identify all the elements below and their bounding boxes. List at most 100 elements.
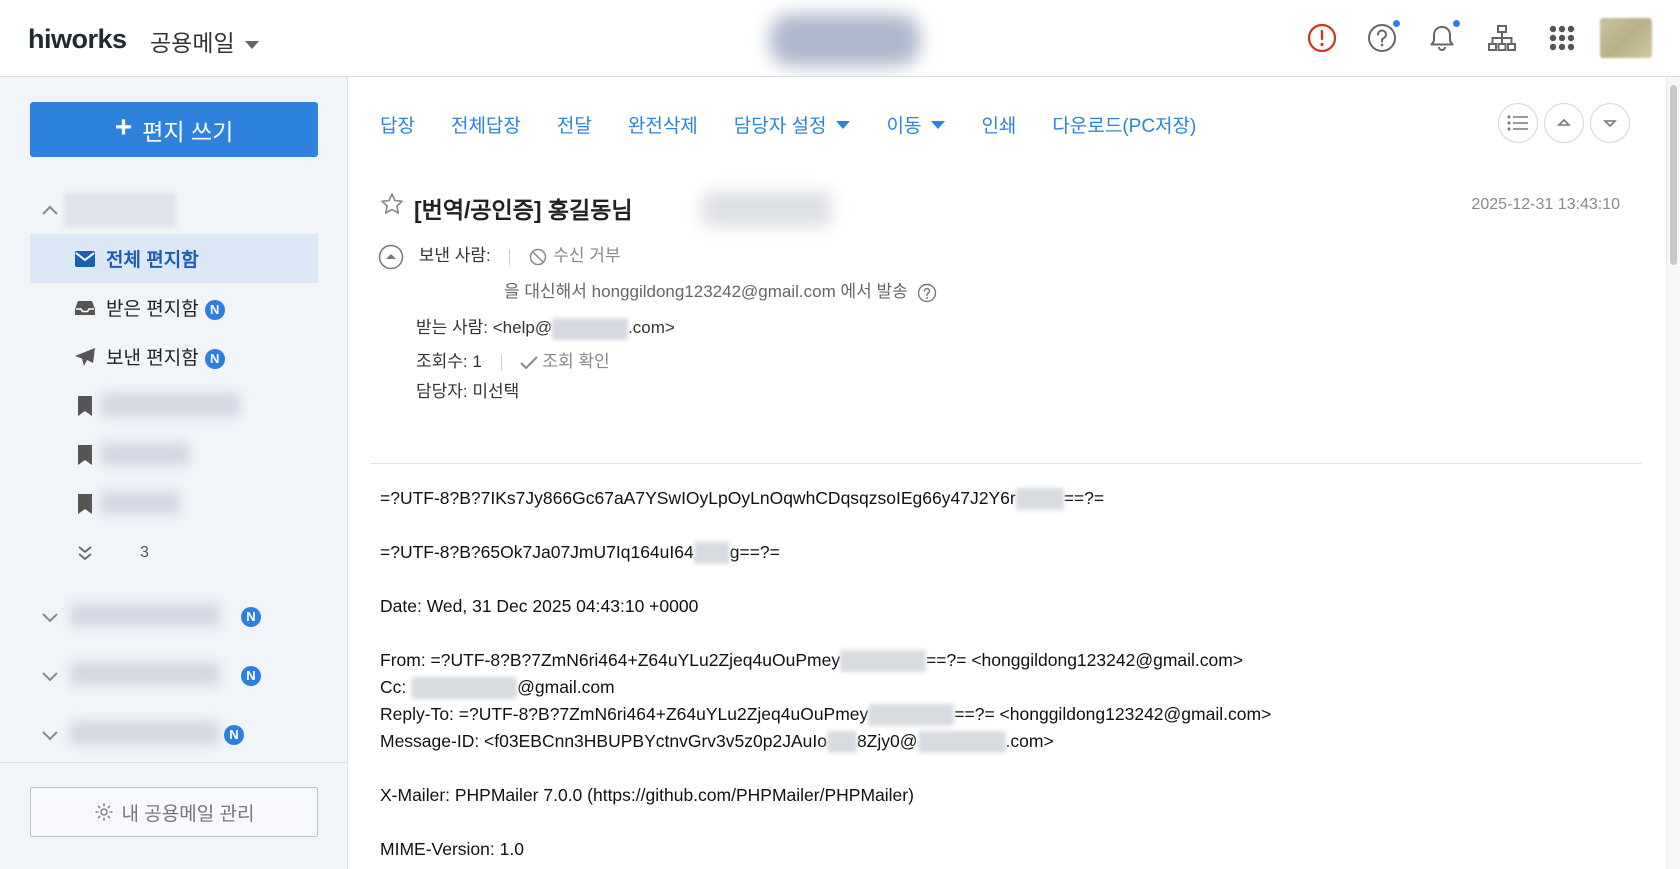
notification-dot — [1453, 20, 1460, 27]
body-line: =?UTF-8?B?7IKs7Jy866Gc67aA7YSwIOyLpOyLnO… — [380, 485, 1650, 512]
download-button[interactable]: 다운로드(PC저장) — [1052, 111, 1196, 138]
blurred-mailbox-name — [64, 193, 176, 227]
help-icon[interactable] — [917, 283, 937, 303]
body-text: Cc: — [380, 677, 412, 697]
assignee-line: 담당자: 미선택 — [416, 377, 519, 402]
compose-button[interactable]: + 편지 쓰기 — [30, 102, 318, 157]
on-behalf-email: honggildong123242@gmail.com — [591, 282, 836, 301]
redacted-text — [840, 650, 927, 673]
blurred-folder-name — [100, 442, 190, 466]
star-icon[interactable] — [380, 192, 404, 216]
body-text: 8Zjy0@ — [856, 731, 918, 751]
new-badge: N — [241, 666, 261, 686]
new-badge: N — [204, 348, 225, 369]
read-check-link[interactable]: 조회 확인 — [520, 352, 610, 371]
app-switcher[interactable]: 공용메일 — [150, 24, 259, 58]
on-behalf-suffix: 에서 발송 — [840, 282, 908, 301]
folder-custom-1[interactable] — [30, 381, 318, 430]
body-line: Date: Wed, 31 Dec 2025 04:43:10 +0000 — [380, 596, 699, 616]
next-mail-button[interactable] — [1590, 103, 1630, 143]
on-behalf-prefix: 을 대신해서 — [504, 282, 587, 301]
body-text: ==?= — [1063, 488, 1105, 508]
folder-sent[interactable]: 보낸 편지함 N — [30, 332, 318, 381]
assignee-label: 담당자: — [416, 382, 468, 401]
reply-button[interactable]: 답장 — [380, 111, 415, 138]
blurred-folder-name — [100, 491, 180, 515]
apps-grid-icon[interactable] — [1532, 14, 1592, 62]
blurred-brand — [770, 14, 920, 66]
compose-label: 편지 쓰기 — [142, 118, 234, 145]
blurred-mailbox-name — [70, 721, 220, 745]
assign-dropdown[interactable]: 담당자 설정 — [734, 111, 851, 138]
bookmark-icon — [74, 493, 96, 515]
delete-permanently-button[interactable]: 완전삭제 — [628, 111, 698, 138]
redacted-text — [411, 677, 518, 700]
to-label: 받는 사람: — [416, 318, 489, 337]
body-text: ==?= <honggildong123242@gmail.com> — [926, 650, 1244, 670]
folder-all-mail[interactable]: 전체 편지함 — [30, 234, 318, 283]
collapse-up-circle-icon[interactable] — [378, 244, 404, 270]
list-icon — [1507, 115, 1528, 131]
body-text: =?UTF-8?B?7IKs7Jy866Gc67aA7YSwIOyLpOyLnO… — [380, 488, 1016, 508]
list-view-button[interactable] — [1498, 103, 1538, 143]
org-chart-icon[interactable] — [1472, 14, 1532, 62]
message-view: 답장 전체답장 전달 완전삭제 담당자 설정 이동 인쇄 다운로드(PC저장) … — [348, 77, 1666, 869]
sidebar: + 편지 쓰기 전체 편지함 받은 편지함 N 보낸 편지함 N 3 N N N… — [0, 77, 348, 869]
page-scrollbar[interactable] — [1666, 77, 1680, 869]
blurred-mailbox-name — [70, 603, 220, 627]
reply-all-button[interactable]: 전체답장 — [451, 111, 521, 138]
body-text: g==?= — [729, 542, 780, 562]
bell-icon[interactable] — [1412, 14, 1472, 62]
help-icon[interactable] — [1352, 14, 1412, 62]
body-line: Message-ID: <f03EBCnn3HBUPBYctnvGrv3v5z0… — [380, 728, 1650, 755]
folder-label-text: 받은 편지함 — [106, 299, 199, 320]
manage-shared-mail-button[interactable]: 내 공용메일 관리 — [30, 787, 318, 837]
caret-down-icon — [244, 40, 259, 49]
block-icon — [529, 248, 547, 265]
chevron-down-icon — [42, 672, 58, 682]
app-logo[interactable]: hiworks — [28, 24, 127, 55]
body-line: Cc: @gmail.com — [380, 674, 1650, 701]
scrollbar-thumb[interactable] — [1670, 85, 1677, 265]
on-behalf-line: 을 대신해서 honggildong123242@gmail.com 에서 발송 — [504, 277, 937, 303]
shared-mailbox-3[interactable]: N — [30, 705, 318, 764]
user-avatar[interactable] — [1600, 18, 1652, 58]
blurred-subject-part — [702, 191, 832, 227]
block-sender-link[interactable]: 수신 거부 — [529, 246, 621, 265]
move-dropdown[interactable]: 이동 — [886, 111, 946, 138]
top-header: hiworks 공용메일 — [0, 0, 1680, 77]
assignee-value[interactable]: 미선택 — [472, 382, 519, 401]
body-text: .com> — [1005, 731, 1054, 751]
show-more-folders[interactable]: 3 — [30, 528, 318, 577]
shared-mailbox-1[interactable]: N — [30, 587, 318, 646]
shared-mailbox-2[interactable]: N — [30, 646, 318, 705]
read-check-label: 조회 확인 — [542, 352, 610, 371]
previous-mail-button[interactable] — [1544, 103, 1584, 143]
plus-icon: + — [114, 111, 133, 144]
chevron-up-icon — [42, 205, 58, 215]
folder-custom-3[interactable] — [30, 479, 318, 528]
alert-icon[interactable] — [1292, 14, 1352, 62]
body-line: Reply-To: =?UTF-8?B?7ZmN6ri464+Z64uYLu2Z… — [380, 701, 1650, 728]
mail-date: 2025-12-31 13:43:10 — [1471, 196, 1620, 213]
to-prefix: <help@ — [492, 318, 553, 337]
forward-button[interactable]: 전달 — [557, 111, 592, 138]
recipient-line: 받는 사람: <help@ .com> — [416, 313, 675, 340]
redacted-text — [868, 704, 955, 727]
body-text: @gmail.com — [517, 677, 615, 697]
app-switcher-label: 공용메일 — [150, 30, 235, 56]
mailbox-header[interactable] — [30, 185, 318, 234]
message-toolbar: 답장 전체답장 전달 완전삭제 담당자 설정 이동 인쇄 다운로드(PC저장) — [380, 111, 1196, 138]
paper-plane-icon — [74, 346, 96, 368]
views-label: 조회수: — [416, 352, 468, 371]
bookmark-icon — [74, 444, 96, 466]
gear-icon — [95, 803, 113, 821]
redacted-text — [826, 731, 857, 754]
folder-inbox[interactable]: 받은 편지함 N — [30, 283, 318, 332]
print-button[interactable]: 인쇄 — [981, 111, 1016, 138]
folder-custom-2[interactable] — [30, 430, 318, 479]
sidebar-divider — [0, 762, 348, 763]
